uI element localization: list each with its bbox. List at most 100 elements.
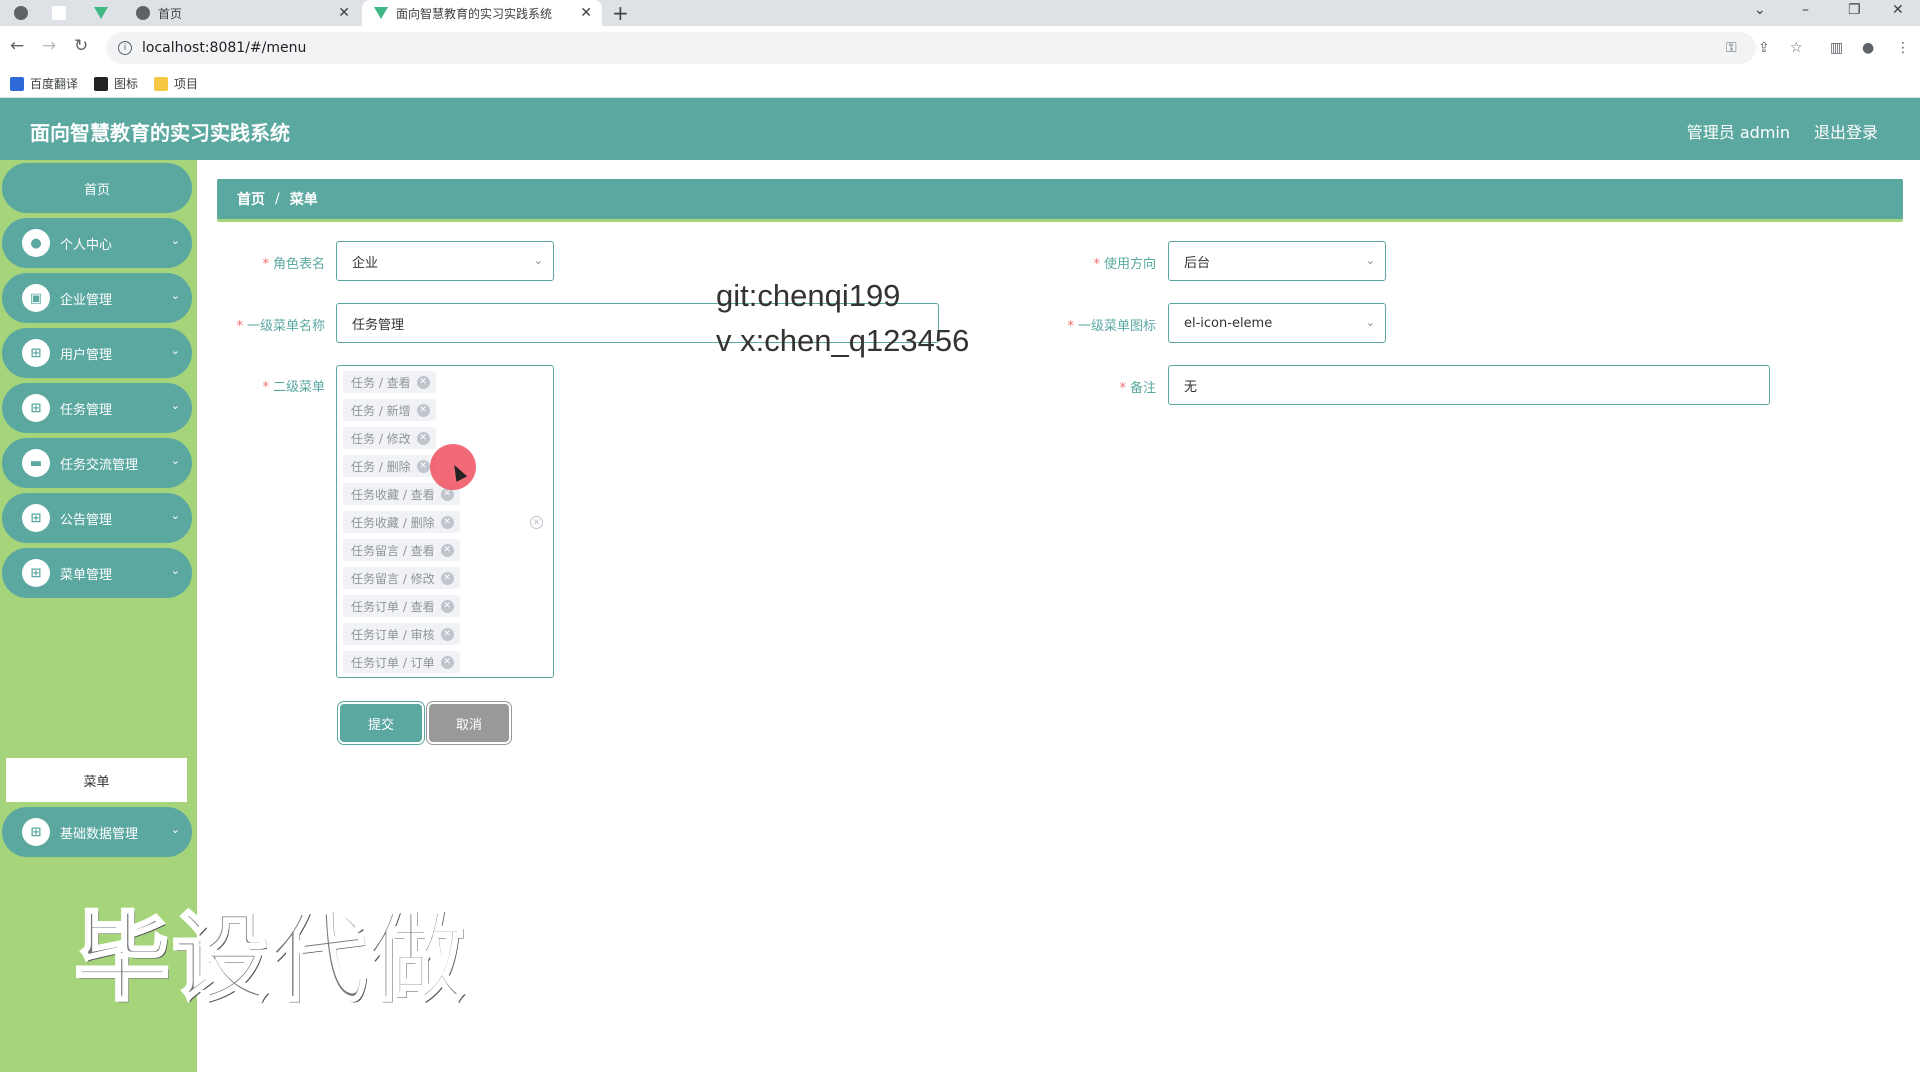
- remark-label: * 备注: [1119, 381, 1156, 396]
- bookmark-item[interactable]: 项目: [154, 75, 198, 92]
- window-close-icon[interactable]: ✕: [1892, 2, 1904, 18]
- chevron-down-icon: ⌄: [170, 823, 180, 836]
- side-panel-icon[interactable]: ▥: [1830, 40, 1843, 56]
- submenu-chip: 任务 / 新增 ✕: [343, 399, 436, 421]
- submenu-chip: 任务收藏 / 删除 ✕: [343, 511, 460, 533]
- menu-icon-label: * 一级菜单图标: [1067, 319, 1156, 334]
- direction-select[interactable]: 后台 ⌄: [1168, 241, 1386, 281]
- browser-tab-pinned-2[interactable]: [42, 0, 76, 26]
- sidebar-item-task-exchange[interactable]: ▬ 任务交流管理 ⌄: [2, 438, 192, 488]
- chevron-down-icon: ⌄: [170, 289, 180, 302]
- close-icon[interactable]: ✕: [440, 599, 454, 613]
- close-icon[interactable]: ✕: [416, 431, 430, 445]
- bookmark-item[interactable]: 图标: [94, 75, 138, 92]
- sidebar-item-tasks[interactable]: ⊞ 任务管理 ⌄: [2, 383, 192, 433]
- forward-icon[interactable]: →: [42, 36, 56, 56]
- close-icon[interactable]: ✕: [440, 515, 454, 529]
- grid-icon: ⊞: [22, 559, 50, 587]
- chevron-down-icon: ⌄: [1365, 316, 1375, 329]
- browser-tab-bar: 首页 ✕ 面向智慧教育的实习实践系统 ✕ + ⌄ – ❐ ✕: [0, 0, 1920, 26]
- remark-input[interactable]: 无: [1168, 365, 1770, 405]
- menu-icon-select[interactable]: el-icon-eleme ⌄: [1168, 303, 1386, 343]
- folder-icon: [154, 76, 169, 91]
- watermark-contact: git:chenqi199 v x:chen_q123456: [716, 278, 970, 358]
- chevron-down-icon: ⌄: [170, 234, 180, 247]
- tab-title: 首页: [158, 6, 183, 21]
- submenu-chip: 任务订单 / 审核 ✕: [343, 623, 460, 645]
- close-icon[interactable]: ✕: [440, 627, 454, 641]
- key-icon[interactable]: ⚿: [1726, 40, 1737, 56]
- minimize-icon[interactable]: –: [1802, 2, 1809, 18]
- close-icon[interactable]: ✕: [440, 571, 454, 585]
- star-icon[interactable]: ☆: [1790, 40, 1803, 56]
- address-bar: ← → ↻ i localhost:8081/#/menu ⚿ ⇪ ☆ ▥ ● …: [0, 26, 1920, 70]
- close-icon[interactable]: ✕: [580, 5, 592, 21]
- current-user: 管理员 admin: [1686, 123, 1790, 142]
- app-title: 面向智慧教育的实习实践系统: [30, 121, 290, 145]
- browser-tab-active[interactable]: 面向智慧教育的实习实践系统 ✕: [362, 0, 602, 26]
- close-icon[interactable]: ✕: [338, 5, 350, 21]
- submenu-chip: 任务留言 / 修改 ✕: [343, 567, 460, 589]
- submenu-chip: 任务 / 删除 ✕: [343, 455, 436, 477]
- chevron-down-icon: ⌄: [170, 344, 180, 357]
- sidebar-item-personal[interactable]: ● 个人中心 ⌄: [2, 218, 192, 268]
- chevron-down-icon: ⌄: [170, 509, 180, 522]
- role-label: * 角色表名: [262, 257, 325, 272]
- more-icon[interactable]: ⋮: [1896, 40, 1910, 56]
- info-icon[interactable]: i: [118, 41, 132, 55]
- chevron-down-icon: ⌄: [170, 399, 180, 412]
- chevron-down-icon: ⌄: [170, 454, 180, 467]
- bookmark-item[interactable]: 百度翻译: [10, 75, 78, 92]
- profile-icon[interactable]: ●: [1862, 40, 1874, 56]
- url-field[interactable]: i localhost:8081/#/menu: [106, 32, 1756, 64]
- vue-logo-icon: [374, 7, 388, 19]
- browser-tab-pinned-1[interactable]: [4, 0, 38, 26]
- reload-icon[interactable]: ↻: [74, 36, 88, 56]
- tab-title: 面向智慧教育的实习实践系统: [396, 6, 553, 21]
- restore-icon[interactable]: ❐: [1848, 2, 1861, 18]
- submenu-label: * 二级菜单: [262, 380, 325, 395]
- vue-logo-icon: [94, 7, 108, 19]
- sidebar-item-notice[interactable]: ⊞ 公告管理 ⌄: [2, 493, 192, 543]
- grid-icon: ⊞: [22, 504, 50, 532]
- breadcrumb: 首页 / 菜单: [217, 179, 1903, 219]
- submenu-chip: 任务留言 / 查看 ✕: [343, 539, 460, 561]
- clear-icon[interactable]: ✕: [530, 516, 543, 529]
- browser-tab-pinned-3[interactable]: [84, 0, 118, 26]
- app-header: 面向智慧教育的实习实践系统 管理员 admin 退出登录: [0, 98, 1920, 160]
- sidebar-item-users[interactable]: ⊞ 用户管理 ⌄: [2, 328, 192, 378]
- new-tab-icon[interactable]: +: [612, 1, 629, 25]
- back-icon[interactable]: ←: [10, 36, 24, 56]
- logout-button[interactable]: 退出登录: [1814, 119, 1878, 143]
- grid-icon: ⊞: [22, 339, 50, 367]
- close-icon[interactable]: ✕: [416, 459, 430, 473]
- cancel-button[interactable]: 取消: [429, 704, 509, 742]
- close-icon[interactable]: ✕: [440, 655, 454, 669]
- sidebar-item-home[interactable]: 首页: [2, 163, 192, 213]
- user-icon: ●: [22, 229, 50, 257]
- sidebar-item-menu[interactable]: ⊞ 菜单管理 ⌄: [2, 548, 192, 598]
- browser-tab-home[interactable]: 首页 ✕: [124, 0, 360, 26]
- sidebar-subitem-menu[interactable]: 菜单: [6, 758, 187, 802]
- sidebar-item-company[interactable]: ▣ 企业管理 ⌄: [2, 273, 192, 323]
- chevron-down-icon: ⌄: [533, 254, 543, 267]
- close-icon[interactable]: ✕: [440, 543, 454, 557]
- share-icon[interactable]: ⇪: [1758, 40, 1770, 56]
- grid-icon: ⊞: [22, 818, 50, 846]
- tab-search-icon[interactable]: ⌄: [1754, 2, 1766, 18]
- breadcrumb-home[interactable]: 首页: [237, 189, 265, 209]
- submit-button[interactable]: 提交: [340, 704, 422, 742]
- watermark-banner: 毕设代做: [73, 901, 466, 1016]
- submenu-chip: 任务 / 修改 ✕: [343, 427, 436, 449]
- chevron-down-icon: ⌄: [1365, 254, 1375, 267]
- globe-icon: [14, 6, 28, 20]
- breadcrumb-current: 菜单: [289, 192, 318, 208]
- translate-icon: [10, 76, 24, 91]
- sidebar-item-basic-data[interactable]: ⊞ 基础数据管理 ⌄: [2, 807, 192, 857]
- close-icon[interactable]: ✕: [416, 403, 430, 417]
- chevron-down-icon: ⌄: [170, 564, 180, 577]
- submenu-multiselect[interactable]: 任务 / 查看 ✕ 任务 / 新增 ✕ 任务 / 修改 ✕ 任务 / 删除 ✕ 任务收藏…: [336, 365, 554, 678]
- close-icon[interactable]: ✕: [416, 375, 430, 389]
- role-select[interactable]: 企业 ⌄: [336, 241, 554, 281]
- blank-page-icon: [52, 6, 66, 20]
